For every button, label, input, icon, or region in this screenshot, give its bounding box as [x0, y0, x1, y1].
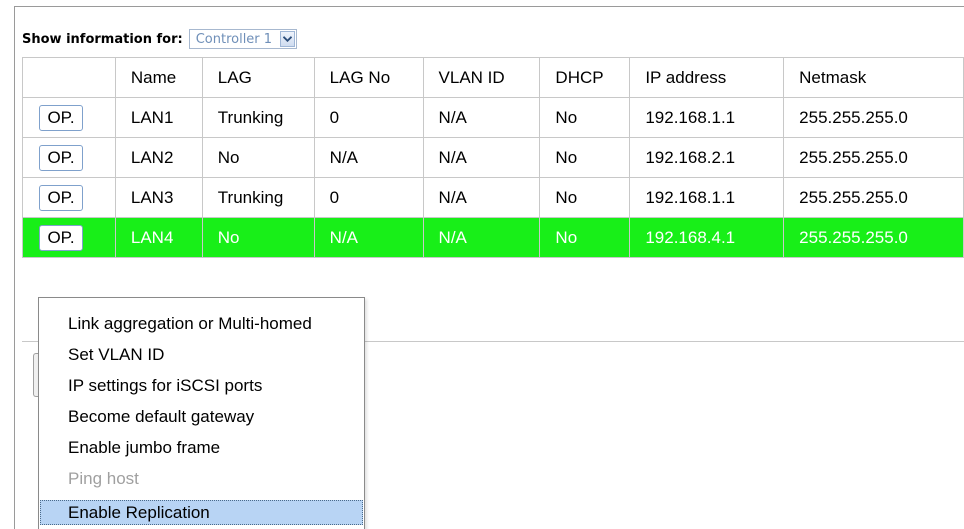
table-row[interactable]: OP. LAN1 Trunking 0 N/A No 192.168.1.1 2… — [22, 97, 964, 138]
menu-item-jumbo-frame[interactable]: Enable jumbo frame — [40, 435, 363, 460]
controller-select-value: Controller 1 — [195, 31, 273, 47]
op-button[interactable]: OP. — [39, 144, 83, 171]
controller-select[interactable]: Controller 1 — [188, 29, 298, 49]
table-header-row: Name LAG LAG No VLAN ID DHCP IP address … — [22, 57, 964, 98]
cell-lag-no: 0 — [313, 97, 424, 138]
cell-netmask: 255.255.255.0 — [783, 217, 964, 258]
menu-item-link-aggregation[interactable]: Link aggregation or Multi-homed — [40, 311, 363, 336]
op-button[interactable]: OP. — [39, 224, 83, 251]
cell-vlan-id: N/A — [422, 97, 541, 138]
column-header-lag-no: LAG No — [313, 57, 424, 98]
op-cell: OP. — [22, 217, 116, 258]
show-information-label: Show information for: — [22, 31, 183, 47]
op-cell: OP. — [22, 177, 116, 218]
op-cell: OP. — [22, 137, 116, 178]
cell-vlan-id: N/A — [422, 137, 541, 178]
cell-netmask: 255.255.255.0 — [783, 137, 964, 178]
cell-lag-no: 0 — [313, 177, 424, 218]
cell-ip-address: 192.168.2.1 — [629, 137, 785, 178]
menu-item-ping-host: Ping host — [68, 469, 139, 488]
op-button[interactable]: OP. — [39, 184, 83, 211]
column-header-ip-address: IP address — [629, 57, 785, 98]
column-header-lag: LAG — [201, 57, 315, 98]
menu-item-enable-replication[interactable]: Enable Replication — [40, 500, 363, 525]
cell-name: LAN2 — [114, 137, 203, 178]
menu-item-default-gateway[interactable]: Become default gateway — [40, 404, 363, 429]
controller-filter: Show information for: Controller 1 — [22, 27, 298, 51]
cell-name: LAN3 — [114, 177, 203, 218]
chevron-down-icon[interactable] — [280, 31, 296, 47]
cell-lag: Trunking — [201, 177, 315, 218]
column-header-netmask: Netmask — [783, 57, 964, 98]
cell-dhcp: No — [539, 177, 631, 218]
cell-vlan-id: N/A — [422, 177, 541, 218]
column-header-vlan-id: VLAN ID — [422, 57, 541, 98]
cell-lag-no: N/A — [313, 137, 424, 178]
cell-name: LAN4 — [114, 217, 203, 258]
panel-border-left — [14, 6, 15, 529]
table-row[interactable]: OP. LAN2 No N/A N/A No 192.168.2.1 255.2… — [22, 137, 964, 178]
op-cell: OP. — [22, 97, 116, 138]
column-header-op — [22, 57, 116, 98]
cell-vlan-id: N/A — [422, 217, 541, 258]
cell-ip-address: 192.168.1.1 — [629, 177, 785, 218]
cell-ip-address: 192.168.1.1 — [629, 97, 785, 138]
op-button[interactable]: OP. — [39, 104, 83, 131]
cell-name: LAN1 — [114, 97, 203, 138]
lan-ports-table: Name LAG LAG No VLAN ID DHCP IP address … — [22, 57, 964, 258]
panel-border-top — [14, 6, 964, 7]
cell-lag: No — [201, 217, 315, 258]
op-context-menu: Link aggregation or Multi-homed Set VLAN… — [38, 297, 365, 529]
cell-ip-address: 192.168.4.1 — [629, 217, 785, 258]
cell-netmask: 255.255.255.0 — [783, 177, 964, 218]
cell-dhcp: No — [539, 137, 631, 178]
column-header-name: Name — [114, 57, 203, 98]
cell-lag: Trunking — [201, 97, 315, 138]
table-row[interactable]: OP. LAN3 Trunking 0 N/A No 192.168.1.1 2… — [22, 177, 964, 218]
cell-dhcp: No — [539, 97, 631, 138]
column-header-dhcp: DHCP — [539, 57, 631, 98]
cell-dhcp: No — [539, 217, 631, 258]
cell-lag-no: N/A — [313, 217, 424, 258]
menu-item-ip-settings-iscsi[interactable]: IP settings for iSCSI ports — [40, 373, 363, 398]
table-row-selected[interactable]: OP. LAN4 No N/A N/A No 192.168.4.1 255.2… — [22, 217, 964, 258]
cell-netmask: 255.255.255.0 — [783, 97, 964, 138]
cell-lag: No — [201, 137, 315, 178]
menu-item-set-vlan-id[interactable]: Set VLAN ID — [40, 342, 363, 367]
